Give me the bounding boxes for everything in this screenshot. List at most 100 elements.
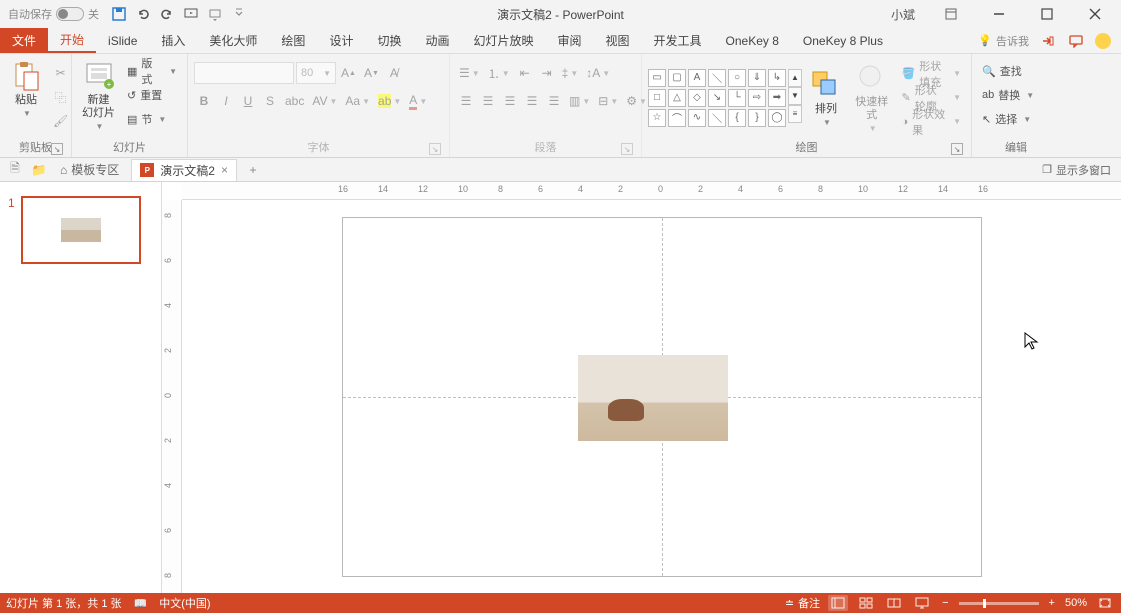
tab-review[interactable]: 审阅	[546, 28, 594, 53]
tab-onekey8plus[interactable]: OneKey 8 Plus	[791, 28, 895, 53]
shape-connector-icon[interactable]: ↘	[708, 89, 726, 107]
slide-edit-area[interactable]: 1614121086420246810121416 864202468	[162, 182, 1121, 593]
distribute-button[interactable]: ☰	[544, 90, 564, 112]
qat-more-icon[interactable]	[207, 6, 223, 22]
inserted-image[interactable]	[578, 355, 728, 441]
bullets-button[interactable]: ☰▼	[456, 62, 483, 84]
font-launcher[interactable]: ↘	[429, 143, 441, 155]
zoom-out-button[interactable]: −	[940, 597, 950, 609]
autosave-toggle-group[interactable]: 自动保存 关	[8, 6, 99, 22]
clear-formatting-icon[interactable]: A̸	[384, 62, 404, 84]
shape-arrow-icon[interactable]: ⇨	[748, 89, 766, 107]
zoom-slider[interactable]	[959, 602, 1039, 605]
tab-design[interactable]: 设计	[317, 28, 365, 53]
tab-slideshow[interactable]: 幻灯片放映	[461, 28, 545, 53]
slide-thumbnail-panel[interactable]: 1	[0, 182, 162, 593]
shapes-gallery[interactable]: ▭ ▢ A ＼ ○ ⇓ ↳ □ △ ◇ ↘ └ ⇨ ➡ ☆ ⌒ ∿	[648, 69, 786, 127]
char-spacing-button[interactable]: AV▼	[309, 90, 340, 112]
tab-beautify[interactable]: 美化大师	[197, 28, 269, 53]
shape-diamond-icon[interactable]: ◇	[688, 89, 706, 107]
align-text-button[interactable]: ⊟▼	[595, 90, 621, 112]
vertical-ruler[interactable]: 864202468	[162, 200, 182, 593]
paragraph-launcher[interactable]: ↘	[621, 143, 633, 155]
line-spacing-button[interactable]: ‡▼	[559, 62, 582, 84]
section-button[interactable]: ▤节▼	[123, 108, 181, 130]
font-family-combo[interactable]	[194, 62, 294, 84]
replace-button[interactable]: ab替换▼	[978, 84, 1038, 106]
cut-icon[interactable]: ✂	[50, 62, 71, 84]
shape-misc-icon[interactable]: ◯	[768, 109, 786, 127]
save-icon[interactable]	[111, 6, 127, 22]
slide-canvas[interactable]	[342, 217, 982, 577]
shape-rect-icon[interactable]: ▭	[648, 69, 666, 87]
slide-thumbnail-1[interactable]	[21, 196, 141, 264]
justify-button[interactable]: ☰	[522, 90, 542, 112]
shape-effects-button[interactable]: ◑形状效果▼	[898, 111, 965, 133]
language-button[interactable]: 中文(中国)	[159, 595, 210, 611]
shape-elbow-icon[interactable]: └	[728, 89, 746, 107]
tab-onekey8[interactable]: OneKey 8	[714, 28, 791, 53]
shape-brace-icon[interactable]: {	[728, 109, 746, 127]
reset-button[interactable]: ↺重置	[123, 84, 181, 106]
tab-view[interactable]: 视图	[594, 28, 642, 53]
shape-arrowdown-icon[interactable]: ⇓	[748, 69, 766, 87]
tab-insert[interactable]: 插入	[149, 28, 197, 53]
zoom-level[interactable]: 50%	[1065, 597, 1087, 609]
minimize-button[interactable]	[979, 0, 1019, 28]
notes-button[interactable]: ≐备注	[785, 595, 820, 611]
new-slide-button[interactable]: + 新建 幻灯片 ▼	[78, 58, 119, 133]
share-icon[interactable]	[1039, 32, 1057, 50]
drawing-launcher[interactable]: ↘	[951, 143, 963, 155]
quick-styles-button[interactable]: 快速样式▼	[850, 60, 894, 135]
shape-arc-icon[interactable]: ⌒	[668, 109, 686, 127]
tab-file[interactable]: 文件	[0, 28, 48, 53]
comments-icon[interactable]	[1067, 32, 1085, 50]
bold-button[interactable]: B	[194, 90, 214, 112]
italic-button[interactable]: I	[216, 90, 236, 112]
shape-oval-icon[interactable]: ○	[728, 69, 746, 87]
redo-icon[interactable]	[159, 6, 175, 22]
shape-star-icon[interactable]: ☆	[648, 109, 666, 127]
gallery-up-icon[interactable]: ▲	[788, 69, 802, 87]
layout-button[interactable]: ▦版式▼	[123, 60, 181, 82]
slideshow-view-icon[interactable]	[912, 595, 932, 611]
file-icon[interactable]: 🗎	[6, 161, 24, 179]
ribbon-display-options-icon[interactable]	[931, 0, 971, 28]
text-direction-button[interactable]: ↕A▼	[583, 62, 613, 84]
increase-indent-button[interactable]: ⇥	[537, 62, 557, 84]
zoom-in-button[interactable]: +	[1047, 597, 1057, 609]
tab-animation[interactable]: 动画	[413, 28, 461, 53]
change-case-button[interactable]: Aa▼	[342, 90, 373, 112]
tab-home[interactable]: 开始	[48, 28, 96, 53]
smartart-button[interactable]: ⚙▼	[623, 90, 650, 112]
shape-lineend-icon[interactable]: ↳	[768, 69, 786, 87]
numbering-button[interactable]: ⒈▼	[485, 62, 513, 84]
copy-icon[interactable]: ⿻	[50, 86, 71, 108]
smiley-icon[interactable]	[1095, 33, 1111, 49]
shadow-button[interactable]: abc	[282, 90, 307, 112]
select-button[interactable]: ↖选择▼	[978, 108, 1038, 130]
multi-window-button[interactable]: ❐ 显示多窗口	[1042, 162, 1111, 178]
qat-customize-icon[interactable]	[231, 6, 247, 22]
underline-button[interactable]: U	[238, 90, 258, 112]
decrease-indent-button[interactable]: ⇤	[515, 62, 535, 84]
increase-font-icon[interactable]: A▲	[338, 62, 359, 84]
fit-window-icon[interactable]	[1095, 595, 1115, 611]
document-tab-active[interactable]: P 演示文稿2 ×	[131, 159, 237, 181]
align-right-button[interactable]: ☰	[500, 90, 520, 112]
shape-line-icon[interactable]: ＼	[708, 69, 726, 87]
format-painter-icon[interactable]: 🖌	[50, 110, 71, 132]
tell-me-search[interactable]: 💡 告诉我	[978, 33, 1029, 49]
shape-curve-icon[interactable]: ∿	[688, 109, 706, 127]
template-zone-button[interactable]: ⌂ 模板专区	[54, 161, 125, 178]
sorter-view-icon[interactable]	[856, 595, 876, 611]
slideshow-from-start-icon[interactable]	[183, 6, 199, 22]
close-button[interactable]	[1075, 0, 1115, 28]
decrease-font-icon[interactable]: A▼	[361, 62, 382, 84]
font-size-combo[interactable]: 80▼	[296, 62, 336, 84]
tab-draw[interactable]: 绘图	[269, 28, 317, 53]
spellcheck-icon[interactable]: 📖	[134, 597, 148, 610]
align-center-button[interactable]: ☰	[478, 90, 498, 112]
tab-close-icon[interactable]: ×	[221, 163, 228, 177]
highlight-button[interactable]: ab▼	[375, 90, 404, 112]
